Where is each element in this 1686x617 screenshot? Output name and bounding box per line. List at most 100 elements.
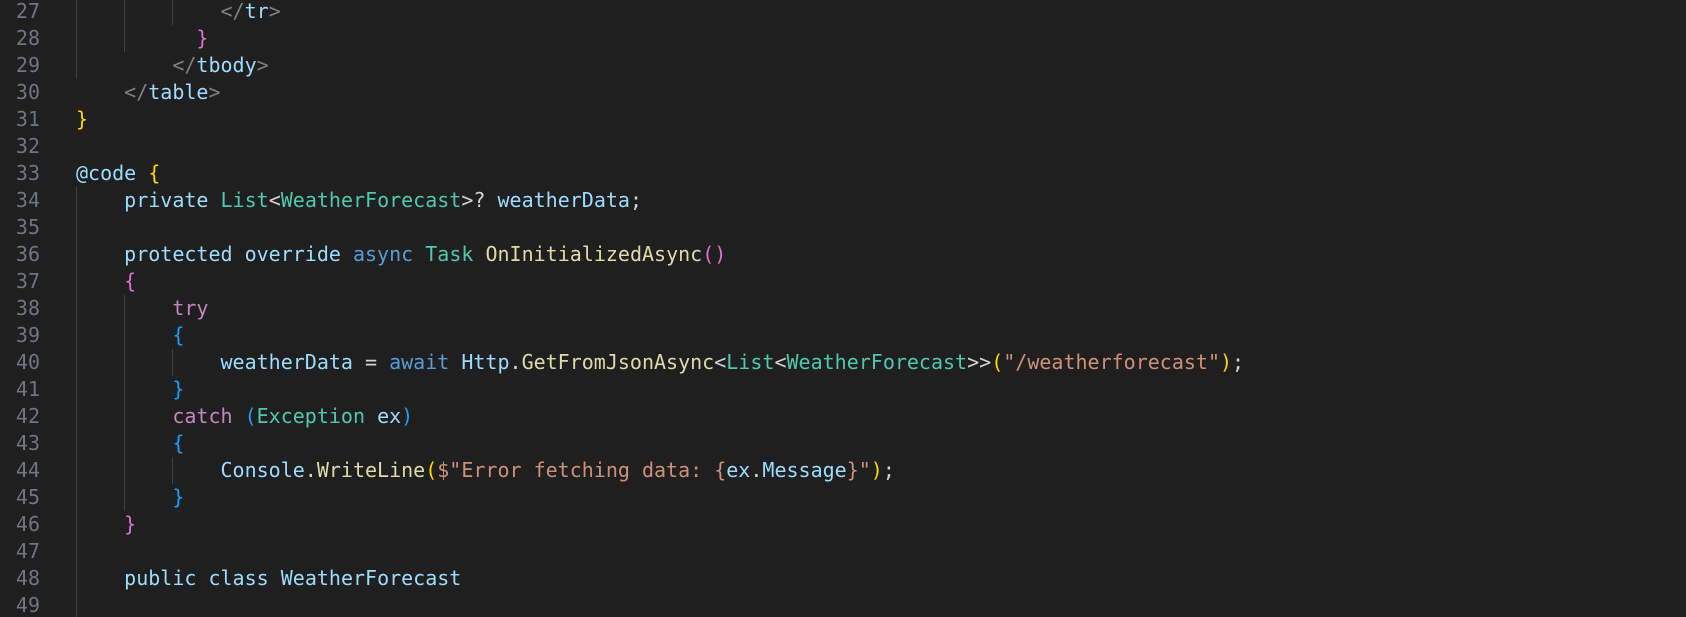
line-number: 30 bbox=[15, 80, 40, 104]
code-line[interactable]: 30 </table> bbox=[0, 79, 1686, 106]
code-token: </ bbox=[124, 80, 149, 104]
line-code[interactable]: } bbox=[76, 376, 184, 403]
code-token: () bbox=[702, 242, 727, 266]
line-code[interactable]: { bbox=[76, 322, 184, 349]
code-line[interactable]: 35 bbox=[0, 214, 1686, 241]
code-line[interactable]: 48 public class WeatherForecast bbox=[0, 565, 1686, 592]
code-token: }" bbox=[846, 458, 871, 482]
code-line[interactable]: 44 Console.WriteLine($"Error fetching da… bbox=[0, 457, 1686, 484]
line-code[interactable]: public class WeatherForecast bbox=[76, 565, 461, 592]
line-number: 33 bbox=[15, 161, 40, 185]
line-number: 47 bbox=[15, 539, 40, 563]
code-token: < bbox=[268, 188, 281, 212]
code-line[interactable]: 43 { bbox=[0, 430, 1686, 457]
line-code[interactable]: Console.WriteLine($"Error fetching data:… bbox=[76, 457, 895, 484]
code-line[interactable]: 34 private List<WeatherForecast>? weathe… bbox=[0, 187, 1686, 214]
line-number: 31 bbox=[15, 107, 40, 131]
code-token: Http bbox=[461, 350, 510, 374]
code-token: >? bbox=[461, 188, 498, 212]
code-line[interactable]: 28 } bbox=[0, 25, 1686, 52]
code-line[interactable]: 32 bbox=[0, 133, 1686, 160]
code-line[interactable]: 39 { bbox=[0, 322, 1686, 349]
code-line[interactable]: 46 } bbox=[0, 511, 1686, 538]
line-code[interactable]: { bbox=[76, 430, 184, 457]
code-token: weatherData bbox=[220, 350, 353, 374]
indent-guide bbox=[76, 538, 77, 565]
code-line[interactable]: 37 { bbox=[0, 268, 1686, 295]
line-number: 29 bbox=[15, 53, 40, 77]
line-code[interactable]: { bbox=[76, 268, 136, 295]
line-number: 35 bbox=[15, 215, 40, 239]
code-token: { bbox=[172, 323, 185, 347]
line-number: 45 bbox=[15, 485, 40, 509]
line-code[interactable]: } bbox=[76, 511, 136, 538]
code-line[interactable]: 42 catch (Exception ex) bbox=[0, 403, 1686, 430]
indent-guide bbox=[76, 592, 77, 617]
code-token: </ bbox=[220, 0, 245, 23]
code-line[interactable]: 27 </tr> bbox=[0, 0, 1686, 25]
code-line[interactable]: 29 </tbody> bbox=[0, 52, 1686, 79]
line-code[interactable]: try bbox=[76, 295, 208, 322]
code-token: GetFromJsonAsync bbox=[521, 350, 715, 374]
line-code[interactable]: private List<WeatherForecast>? weatherDa… bbox=[76, 187, 642, 214]
code-token: WeatherForecast bbox=[786, 350, 968, 374]
code-line[interactable]: 45 } bbox=[0, 484, 1686, 511]
line-code[interactable]: weatherData = await Http.GetFromJsonAsyn… bbox=[76, 349, 1245, 376]
indent-guide bbox=[76, 214, 77, 241]
line-code[interactable]: catch (Exception ex) bbox=[76, 403, 413, 430]
code-line[interactable]: 36 protected override async Task OnIniti… bbox=[0, 241, 1686, 268]
line-code[interactable]: @code { bbox=[76, 160, 160, 187]
code-token: tr bbox=[244, 0, 269, 23]
line-number: 48 bbox=[15, 566, 40, 590]
line-number: 49 bbox=[15, 593, 40, 617]
code-token: { bbox=[148, 161, 161, 185]
line-code[interactable]: </tr> bbox=[76, 0, 281, 25]
code-token: $"Error fetching data: bbox=[437, 458, 715, 482]
code-token: ( bbox=[244, 404, 257, 428]
line-code[interactable]: </tbody> bbox=[76, 52, 268, 79]
code-token: ( bbox=[425, 458, 438, 482]
code-line[interactable]: 47 bbox=[0, 538, 1686, 565]
code-line[interactable]: 33 @code { bbox=[0, 160, 1686, 187]
code-lines[interactable]: 27 </tr> 28 } 29 </tbody> 30 </table> 31} 32 3… bbox=[0, 0, 1686, 617]
code-line[interactable]: 41 } bbox=[0, 376, 1686, 403]
code-line[interactable]: 49 bbox=[0, 592, 1686, 617]
line-number: 36 bbox=[15, 242, 40, 266]
line-code[interactable]: } bbox=[76, 25, 208, 52]
code-token: . bbox=[509, 350, 522, 374]
line-number: 38 bbox=[15, 296, 40, 320]
line-code[interactable]: } bbox=[76, 106, 88, 133]
code-token: ( bbox=[991, 350, 1004, 374]
code-line[interactable]: 31} bbox=[0, 106, 1686, 133]
line-code[interactable]: protected override async Task OnInitiali… bbox=[76, 241, 726, 268]
code-token: @code bbox=[76, 161, 137, 185]
code-token: OnInitializedAsync bbox=[485, 242, 703, 266]
code-editor[interactable]: 27 </tr> 28 } 29 </tbody> 30 </table> 31} 32 3… bbox=[0, 0, 1686, 617]
code-token: WeatherForecast bbox=[280, 566, 462, 590]
code-line[interactable]: 40 weatherData = await Http.GetFromJsonA… bbox=[0, 349, 1686, 376]
code-token: class bbox=[208, 566, 269, 590]
code-token: ) bbox=[401, 404, 414, 428]
code-token: } bbox=[196, 26, 209, 50]
line-code[interactable]: </table> bbox=[76, 79, 220, 106]
code-token: List bbox=[220, 188, 269, 212]
line-number: 44 bbox=[15, 458, 40, 482]
code-token: private bbox=[124, 188, 209, 212]
line-code[interactable]: } bbox=[76, 484, 184, 511]
code-line[interactable]: 38 try bbox=[0, 295, 1686, 322]
code-token: try bbox=[172, 296, 209, 320]
